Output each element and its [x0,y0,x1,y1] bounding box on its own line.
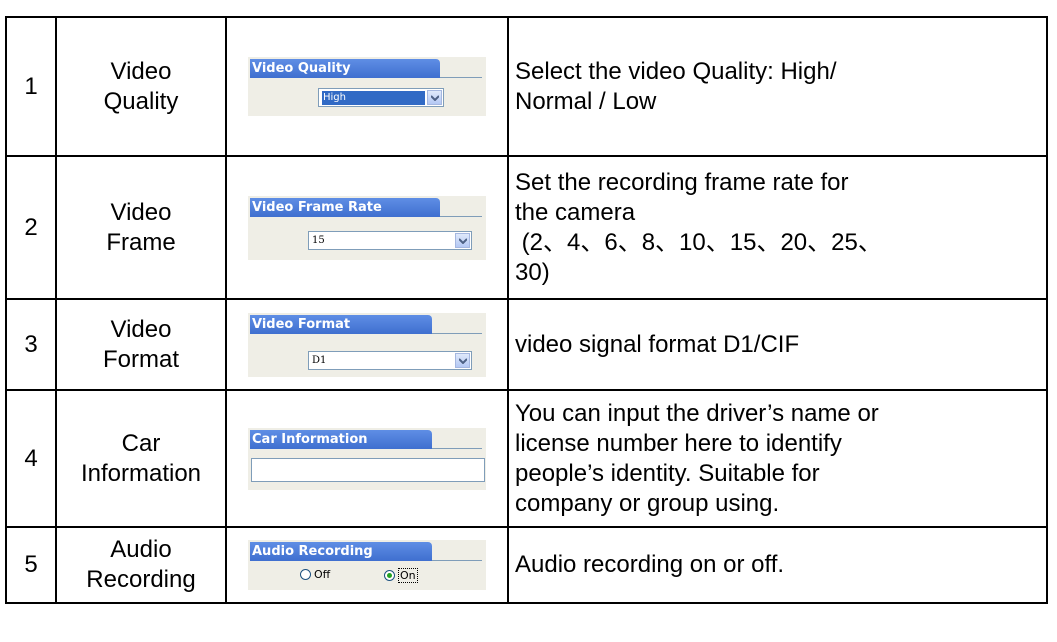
select-value: 15 [312,234,325,246]
video-quality-panel: Video Quality High [248,57,486,116]
video-format-select[interactable]: D1 [308,350,472,370]
table-row: 3 Video Format Video Format D1 video sig… [5,298,1048,391]
panel-tab-title: Video Format [250,314,432,334]
setting-name: Car Information [80,429,202,487]
tab-underline [440,215,482,217]
radio-icon[interactable] [384,570,395,581]
table-row: 2 Video Frame Video Frame Rate 15 Set th… [5,155,1048,300]
setting-description: Audio recording on or off. [515,551,785,578]
setting-description: Select the video Quality: High/ Normal /… [515,57,837,115]
tab-underline [432,560,482,561]
chevron-down-icon[interactable] [455,352,470,368]
row-number: 4 [5,389,57,528]
table-row: 1 Video Quality Video Quality High Selec… [5,16,1048,157]
setting-name: Video Quality [103,57,179,115]
audio-on-option[interactable]: On [384,568,418,583]
video-quality-select[interactable]: High [318,88,444,107]
row-number: 2 [5,155,57,300]
chevron-down-icon[interactable] [427,90,442,105]
radio-label-off: Off [314,568,331,581]
tab-underline [440,77,482,78]
audio-off-option[interactable]: Off [300,568,330,581]
table-row: 4 Car Information Car Information You ca… [5,389,1048,528]
row-number: 5 [5,526,57,604]
car-information-panel: Car Information [248,427,486,490]
panel-tab-title: Audio Recording [250,542,432,561]
radio-icon[interactable] [300,569,311,580]
table-row: 5 Audio Recording Audio Recording Off On… [5,526,1048,604]
video-frame-rate-panel: Video Frame Rate 15 [248,195,486,260]
video-frame-rate-select[interactable]: 15 [308,230,472,250]
panel-tab-title: Video Frame Rate [250,197,440,217]
chevron-down-icon[interactable] [455,232,470,248]
radio-label-on: On [398,568,418,583]
setting-name: Video Frame [106,198,176,256]
setting-name: Video Format [102,315,179,373]
setting-description: Set the recording frame rate for the cam… [515,168,882,286]
car-information-input[interactable] [251,457,485,482]
setting-description: video signal format D1/CIF [515,330,800,358]
row-number: 1 [5,16,57,157]
panel-tab-title: Car Information [250,429,432,449]
settings-table: 1 Video Quality Video Quality High Selec… [5,16,1048,604]
tab-underline [432,447,482,449]
select-value: High [322,91,425,105]
panel-tab-title: Video Quality [250,59,440,78]
row-number: 3 [5,298,57,391]
video-format-panel: Video Format D1 [248,312,486,377]
select-value: D1 [312,354,327,366]
tab-underline [432,332,482,334]
setting-description: You can input the driver’s name or licen… [515,399,879,517]
audio-recording-panel: Audio Recording Off On [248,540,486,590]
setting-name: Audio Recording [86,536,196,593]
